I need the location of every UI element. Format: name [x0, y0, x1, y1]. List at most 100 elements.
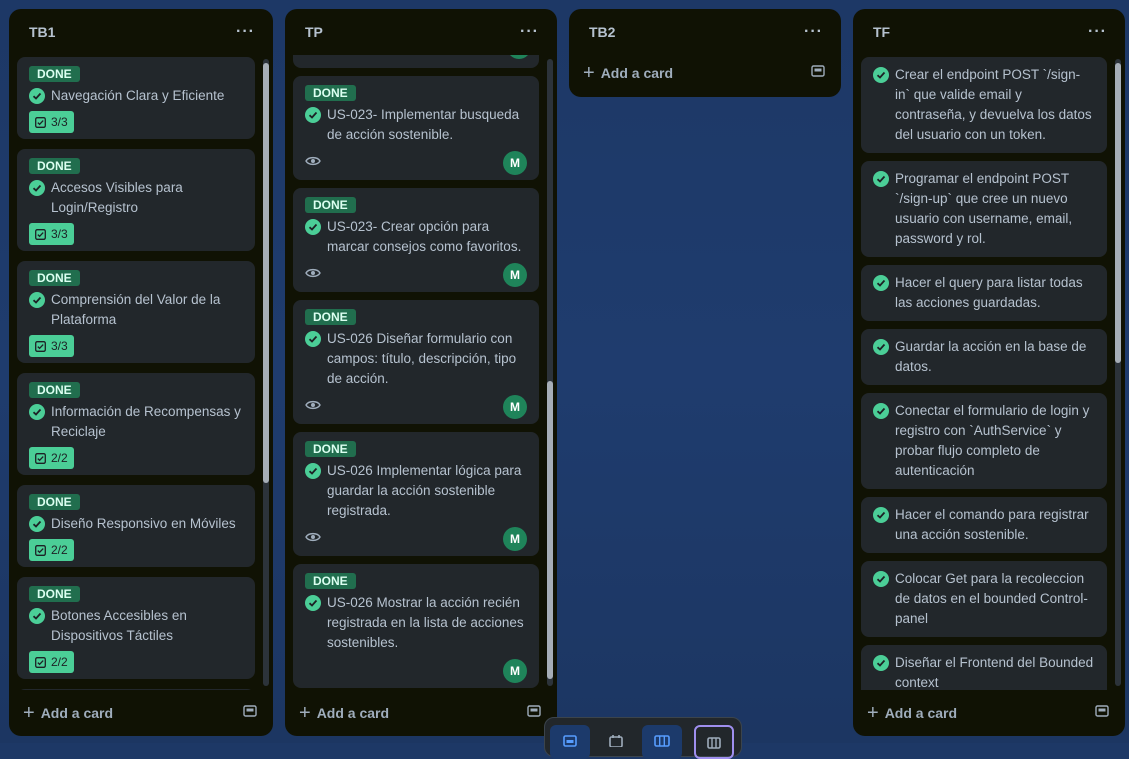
avatar[interactable]: M	[503, 659, 527, 683]
add-card-button[interactable]: + Add a card	[23, 703, 113, 723]
scrollbar[interactable]	[1115, 59, 1121, 686]
list-title[interactable]: TF	[873, 24, 890, 40]
add-card-label: Add a card	[316, 705, 390, 721]
card-title: US-023- Crear opción para marcar consejo…	[327, 219, 522, 254]
check-circle-icon[interactable]	[29, 404, 45, 420]
done-label: DONE	[305, 441, 356, 457]
card[interactable]: DONE US-023- Implementar busqueda de acc…	[293, 76, 539, 180]
add-card-row: + Add a card	[569, 55, 841, 91]
avatar[interactable]: M	[503, 263, 527, 287]
check-circle-icon[interactable]	[873, 275, 889, 291]
eye-icon	[305, 398, 321, 416]
list-menu-icon[interactable]: ···	[798, 21, 829, 43]
avatar[interactable]: M	[503, 395, 527, 419]
scrollbar[interactable]	[547, 59, 553, 686]
card-title: US-026 Mostrar la acción recién registra…	[327, 595, 524, 650]
card-partial[interactable]: M	[293, 55, 539, 68]
add-card-button[interactable]: + Add a card	[583, 63, 673, 83]
list-header: TB1 ···	[9, 9, 273, 55]
card-template-icon[interactable]	[811, 64, 825, 83]
card[interactable]: DONE Accesos Visibles para Login/Registr…	[17, 149, 255, 251]
card[interactable]: Hacer el comando para registrar una acci…	[861, 497, 1107, 553]
scrollbar-thumb[interactable]	[547, 381, 553, 679]
scrollbar[interactable]	[263, 59, 269, 686]
scrollbar-thumb[interactable]	[263, 63, 269, 483]
card-footer: M	[305, 151, 527, 175]
list-menu-icon[interactable]: ···	[514, 21, 545, 43]
switch-boards-button[interactable]	[694, 725, 734, 759]
card-title: Crear el endpoint POST `/sign-in` que va…	[895, 67, 1092, 142]
check-circle-icon[interactable]	[29, 180, 45, 196]
board-view-button[interactable]	[642, 725, 682, 759]
card[interactable]: DONE US-023- Crear opción para marcar co…	[293, 188, 539, 292]
check-circle-icon[interactable]	[873, 571, 889, 587]
check-circle-icon[interactable]	[305, 331, 321, 347]
card[interactable]: Diseñar el Frontend del Bounded context	[861, 645, 1107, 690]
list-header: TB2 ···	[569, 9, 841, 55]
card[interactable]: DONE US-026 Diseñar formulario con campo…	[293, 300, 539, 424]
checklist-badge: 3/3	[29, 335, 74, 357]
card-title: Hacer el query para listar todas las acc…	[895, 275, 1083, 310]
done-label: DONE	[305, 197, 356, 213]
done-label: DONE	[305, 309, 356, 325]
plus-icon: +	[583, 62, 595, 84]
scrollbar-thumb[interactable]	[1115, 63, 1121, 363]
list-title[interactable]: TP	[305, 24, 323, 40]
check-circle-icon[interactable]	[29, 292, 45, 308]
check-circle-icon[interactable]	[29, 608, 45, 624]
card-template-icon[interactable]	[243, 704, 257, 723]
avatar[interactable]: M	[503, 151, 527, 175]
card-title: Información de Recompensas y Reciclaje	[51, 404, 241, 439]
checklist-icon	[35, 544, 46, 556]
card[interactable]: DONE Navegación Clara y Eficiente 3/3	[17, 57, 255, 139]
avatar[interactable]: M	[503, 527, 527, 551]
plus-icon: +	[867, 702, 879, 724]
plus-icon: +	[299, 702, 311, 724]
card[interactable]: Programar el endpoint POST `/sign-up` qu…	[861, 161, 1107, 257]
avatar[interactable]: M	[507, 55, 531, 59]
card[interactable]: Crear el endpoint POST `/sign-in` que va…	[861, 57, 1107, 153]
card[interactable]: Hacer el query para listar todas las acc…	[861, 265, 1107, 321]
card[interactable]: DONE Diseño Responsivo en Móviles 2/2	[17, 485, 255, 567]
card-template-icon[interactable]	[527, 704, 541, 723]
check-circle-icon[interactable]	[29, 88, 45, 104]
check-circle-icon[interactable]	[305, 219, 321, 235]
check-circle-icon[interactable]	[305, 463, 321, 479]
add-card-label: Add a card	[884, 705, 958, 721]
check-circle-icon[interactable]	[873, 655, 889, 671]
checklist-icon	[35, 116, 46, 128]
list-menu-icon[interactable]: ···	[1082, 21, 1113, 43]
card-title: Conectar el formulario de login y regist…	[895, 403, 1090, 478]
check-circle-icon[interactable]	[305, 107, 321, 123]
card[interactable]: DONE Información de Recompensas y Recicl…	[17, 373, 255, 475]
check-circle-icon[interactable]	[305, 595, 321, 611]
checklist-badge: 2/2	[29, 651, 74, 673]
card-template-icon[interactable]	[1095, 704, 1109, 723]
inbox-view-button[interactable]	[550, 725, 590, 759]
planner-view-button[interactable]	[596, 725, 636, 759]
list-title[interactable]: TB1	[29, 24, 55, 40]
add-card-button[interactable]: + Add a card	[299, 703, 389, 723]
card[interactable]: DONE Comprensión del Valor de la Platafo…	[17, 261, 255, 363]
card-title: US-026 Diseñar formulario con campos: tí…	[327, 331, 517, 386]
card-partial[interactable]	[17, 689, 255, 690]
card[interactable]: DONE US-026 Mostrar la acción recién reg…	[293, 564, 539, 688]
list-title[interactable]: TB2	[589, 24, 615, 40]
card-title: Diseñar el Frontend del Bounded context	[895, 655, 1094, 690]
card[interactable]: DONE Botones Accesibles en Dispositivos …	[17, 577, 255, 679]
list-tb1: TB1 ··· DONE Navegación Clara y Eficient…	[9, 9, 273, 736]
check-circle-icon[interactable]	[873, 507, 889, 523]
card[interactable]: DONE US-026 Implementar lógica para guar…	[293, 432, 539, 556]
check-circle-icon[interactable]	[873, 339, 889, 355]
add-card-button[interactable]: + Add a card	[867, 703, 957, 723]
card[interactable]: Colocar Get para la recoleccion de datos…	[861, 561, 1107, 637]
checklist-count: 3/3	[51, 115, 68, 129]
check-circle-icon[interactable]	[873, 67, 889, 83]
checklist-badge: 3/3	[29, 111, 74, 133]
check-circle-icon[interactable]	[873, 403, 889, 419]
list-menu-icon[interactable]: ···	[230, 21, 261, 43]
card[interactable]: Guardar la acción en la base de datos.	[861, 329, 1107, 385]
check-circle-icon[interactable]	[873, 171, 889, 187]
check-circle-icon[interactable]	[29, 516, 45, 532]
card[interactable]: Conectar el formulario de login y regist…	[861, 393, 1107, 489]
